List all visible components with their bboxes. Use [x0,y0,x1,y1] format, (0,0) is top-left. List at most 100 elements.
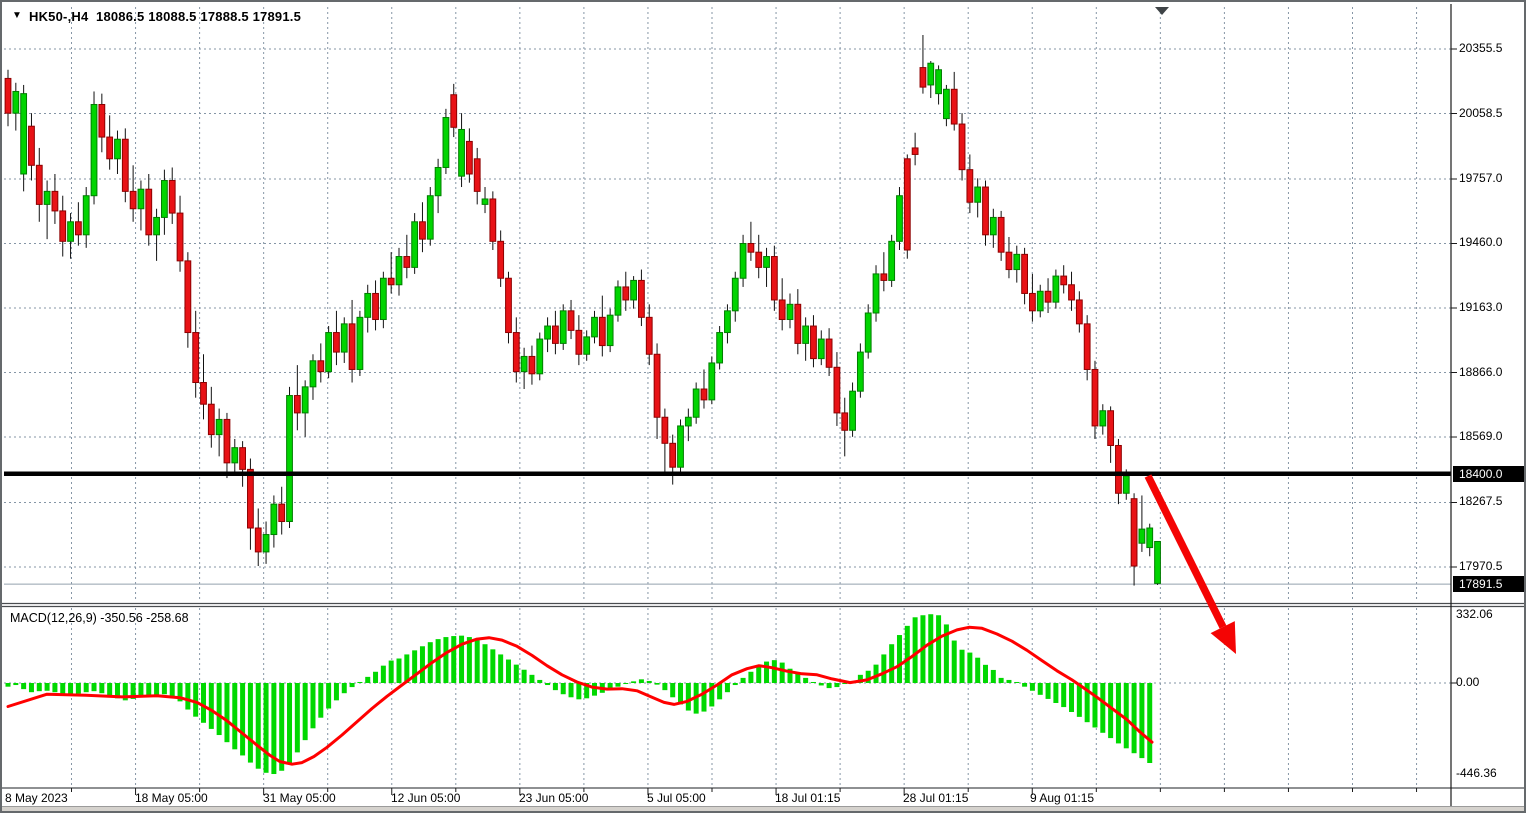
macd-bar [662,683,667,690]
macd-bar [37,683,42,691]
macd-bar [1132,683,1137,753]
price-tick-label: 17970.5 [1459,559,1525,574]
candle-body [146,189,152,235]
price-tick-label: 20058.5 [1459,106,1525,121]
candle-body [1037,291,1043,311]
macd-bar [1077,683,1082,717]
candle-body [693,389,699,417]
macd-bar [29,683,34,692]
candle-body [1053,276,1059,302]
candle-body [248,469,254,528]
candle-body [1100,411,1106,426]
candle-body [1022,254,1028,293]
candle-body [498,241,504,278]
candle-body [1006,252,1012,269]
candle-body [560,311,566,344]
candle-body [224,419,230,462]
macd-bar [99,683,104,693]
candle-body [177,213,183,261]
candle-body [826,339,832,367]
macd-bar [303,683,308,740]
candle-body [584,337,590,354]
macd-bar [467,637,472,683]
macd-bar [686,683,691,711]
candle-body [99,104,105,137]
candle-body [920,68,926,88]
candle-body [396,257,402,285]
candle-body [294,396,300,413]
chart-window: ▼ HK50-,H4 18086.5 18088.5 17888.5 17891… [0,0,1526,813]
macd-bar [623,683,628,684]
candle-body [451,95,457,128]
macd-bar [975,658,980,683]
candle-body [553,326,559,343]
macd-tick-label: 0.00 [1456,675,1479,690]
candle-body [959,124,965,170]
macd-tick-label: 332.06 [1456,607,1493,622]
macd-bar [647,681,652,683]
time-tick-label: 31 May 05:00 [263,791,336,806]
macd-bar [1053,683,1058,703]
time-tick-label: 12 Jun 05:00 [391,791,460,806]
candle-body [490,199,496,241]
candle-body [435,167,441,195]
candle-body [201,382,207,404]
macd-bar [1046,683,1051,699]
macd-bar [224,683,229,742]
candle-body [1084,324,1090,370]
macd-bar [811,682,816,683]
macd-bar [373,672,378,683]
candle-body [928,63,934,85]
candle-body [646,317,652,354]
macd-bar [960,650,965,683]
candle-body [889,241,895,280]
macd-bar [217,683,222,735]
candle-body [779,300,785,320]
candle-body [771,257,777,300]
macd-bar [991,670,996,683]
candle-body [998,217,1004,252]
macd-bar [201,683,206,723]
candle-body [904,159,910,250]
candle-body [709,363,715,400]
macd-bar [655,683,660,685]
macd-bar [827,683,832,688]
macd-bar [834,683,839,687]
macd-bar [248,683,253,763]
candle-body [122,139,128,191]
macd-bar [420,646,425,683]
time-tick-label: 28 Jul 01:15 [903,791,968,806]
macd-bar [209,683,214,729]
candle-body [795,304,801,343]
macd-bar [1061,683,1066,707]
candle-body [388,278,394,285]
time-tick-label: 23 Jun 05:00 [519,791,588,806]
price-badge: 18400.0 [1453,466,1526,482]
candle-body [834,367,840,413]
candle-body [787,304,793,319]
candle-body [732,278,738,311]
macd-bar [397,659,402,683]
candle-body [271,504,277,534]
candle-body [404,257,410,268]
candle-body [193,333,199,383]
candle-body [326,333,332,372]
candle-body [811,326,817,359]
symbol-ohlc-title: HK50-,H4 18086.5 18088.5 17888.5 17891.5 [29,9,301,24]
macd-bar [545,683,550,685]
macd-bar [670,683,675,697]
candle-body [420,222,426,239]
macd-bar [146,683,151,696]
macd-bar [1100,683,1105,733]
candle-body [138,189,144,209]
dropdown-triangle-icon[interactable]: ▼ [12,10,22,21]
macd-bar [21,683,26,689]
candle-body [944,89,950,118]
macd-bar [381,666,386,683]
candle-body [365,293,371,317]
macd-bar [256,683,261,769]
candle-body [599,317,605,345]
candle-body [341,324,347,352]
macd-bar [443,637,448,683]
candle-body [380,278,386,319]
